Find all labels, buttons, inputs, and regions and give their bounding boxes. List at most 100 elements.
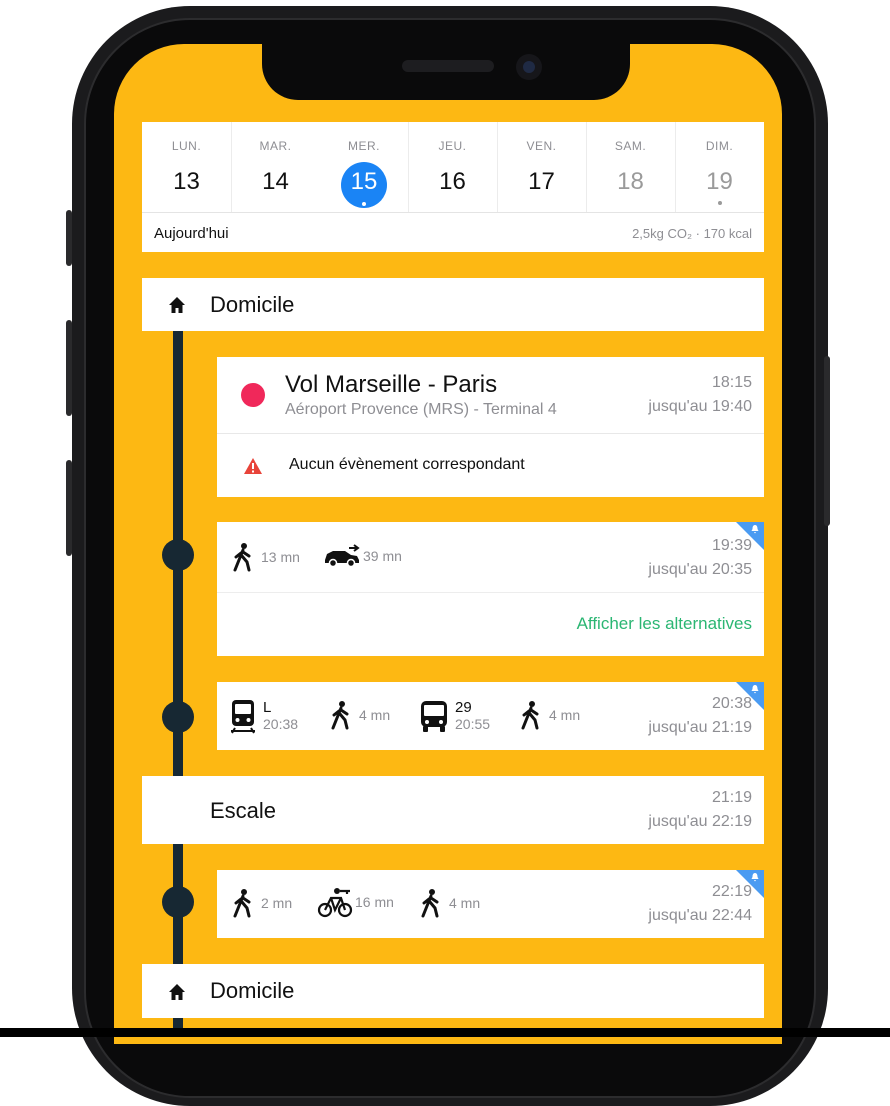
- day-thursday[interactable]: JEU. 16: [408, 122, 497, 212]
- line-info: L 20:38: [263, 699, 299, 733]
- line-info: 29 20:55: [455, 699, 491, 733]
- day-number: 19: [706, 168, 733, 195]
- warning-text: Aucun évènement correspondant: [289, 456, 525, 473]
- day-name: SAM.: [614, 139, 647, 153]
- segment-walk: 4 mn: [419, 888, 480, 918]
- place-card-end[interactable]: Domicile: [142, 964, 764, 1018]
- day-summary-bar: Aujourd'hui 2,5kg CO₂ · 170 kcal: [142, 212, 764, 252]
- event-dot: [362, 202, 366, 206]
- day-number: 15: [350, 168, 378, 195]
- trip-time-start: 19:39: [711, 537, 752, 554]
- walk-icon: [521, 701, 539, 730]
- day-wednesday-selected[interactable]: MER. 15: [320, 122, 408, 212]
- segment-duration: 4 mn: [449, 895, 481, 911]
- bus-icon: [421, 701, 447, 732]
- day-number: 13: [173, 168, 200, 195]
- line-code: L: [263, 699, 272, 716]
- day-number: 17: [528, 168, 555, 195]
- trip-time-end: jusqu'au 21:19: [648, 719, 752, 736]
- card-divider: [217, 433, 764, 434]
- bottom-crop-bar: [0, 1028, 890, 1037]
- timeline-line: [173, 330, 183, 1030]
- place-label: Escale: [210, 798, 277, 823]
- place-label: Domicile: [210, 978, 295, 1003]
- train-icon: [231, 700, 255, 734]
- stop-time-start: 21:19: [711, 789, 752, 806]
- segment-bus: 29 20:55: [419, 699, 490, 733]
- day-name: JEU.: [438, 139, 467, 153]
- day-name: DIM.: [705, 139, 734, 153]
- place-card-start[interactable]: Domicile: [142, 278, 764, 331]
- day-monday[interactable]: LUN. 13: [142, 122, 231, 212]
- warning-icon: [244, 458, 262, 474]
- segment-bike: 16 mn: [317, 886, 394, 918]
- stop-time-end: jusqu'au 22:19: [648, 813, 752, 830]
- day-name: MER.: [348, 139, 380, 153]
- line-departure: 20:38: [263, 716, 299, 732]
- segment-duration: 4 mn: [359, 707, 391, 723]
- walk-icon: [421, 889, 439, 918]
- week-calendar: LUN. 13 MAR. 14 MER. 15 JEU. 16 VEN. 17 …: [142, 122, 764, 252]
- side-button-power: [824, 356, 830, 526]
- trip-card-3[interactable]: 2 mn 16 mn 4 mn 22:19 jusqu'au 22:44: [217, 870, 764, 938]
- today-label: Aujourd'hui: [154, 225, 229, 242]
- place-card-stopover[interactable]: Escale 21:19 jusqu'au 22:19: [142, 776, 764, 844]
- segment-walk: 2 mn: [231, 888, 292, 918]
- segment-duration: 4 mn: [549, 707, 581, 723]
- trip-time-start: 22:19: [711, 883, 752, 900]
- day-name: VEN.: [526, 139, 557, 153]
- flight-title: Vol Marseille - Paris: [285, 371, 498, 398]
- bell-icon: [751, 525, 759, 534]
- trip-time-end: jusqu'au 20:35: [648, 561, 752, 578]
- day-sunday[interactable]: DIM. 19: [675, 122, 764, 212]
- phone-camera: [516, 54, 542, 80]
- segment-duration: 39 mn: [363, 548, 402, 564]
- trip-card-1[interactable]: 13 mn 39 mn 19:39 jusqu'au 20:35 Affiche…: [217, 522, 764, 656]
- trip-time-start: 20:38: [711, 695, 752, 712]
- line-departure: 20:55: [455, 716, 491, 732]
- side-button-volume-up: [66, 320, 72, 416]
- show-alternatives-link[interactable]: Afficher les alternatives: [577, 614, 752, 634]
- event-dot: [717, 201, 722, 205]
- segment-walk: 13 mn: [231, 542, 300, 572]
- side-button-volume-down: [66, 460, 72, 556]
- flight-time-end: jusqu'au 19:40: [648, 398, 752, 415]
- home-icon: [169, 984, 185, 1000]
- walk-icon: [233, 889, 251, 918]
- day-tuesday[interactable]: MAR. 14: [231, 122, 320, 212]
- segment-duration: 13 mn: [261, 549, 300, 565]
- day-number: 18: [617, 168, 644, 195]
- day-saturday[interactable]: SAM. 18: [586, 122, 675, 212]
- day-number: 14: [262, 168, 289, 195]
- walk-icon: [233, 543, 251, 572]
- car-share-icon: [325, 544, 360, 568]
- timeline-dot: [162, 886, 194, 918]
- flight-card[interactable]: Vol Marseille - Paris Aéroport Provence …: [217, 357, 764, 497]
- day-number: 16: [439, 168, 466, 195]
- day-friday[interactable]: VEN. 17: [497, 122, 586, 212]
- bike-share-icon: [317, 888, 353, 918]
- flight-dot-icon: [241, 383, 265, 407]
- phone-notch: [262, 44, 630, 100]
- flight-subtitle: Aéroport Provence (MRS) - Terminal 4: [285, 401, 557, 418]
- day-name: LUN.: [171, 139, 202, 153]
- day-name: MAR.: [259, 139, 292, 153]
- segment-walk: 4 mn: [329, 700, 390, 730]
- day-stats: 2,5kg CO₂ · 170 kcal: [632, 226, 752, 241]
- phone-speaker: [402, 60, 494, 72]
- place-label: Domicile: [210, 292, 295, 317]
- timeline-dot: [162, 539, 194, 571]
- segment-duration: 2 mn: [261, 895, 293, 911]
- segment-train: L 20:38: [229, 698, 298, 734]
- side-button-mute: [66, 210, 72, 266]
- timeline-dot: [162, 701, 194, 733]
- home-icon: [169, 297, 185, 313]
- trip-card-2[interactable]: L 20:38 4 mn 29 20:55 4 mn 20:38 jusqu'a…: [217, 682, 764, 750]
- card-divider: [217, 592, 764, 593]
- segment-car: 39 mn: [323, 544, 402, 568]
- segment-duration: 16 mn: [355, 894, 394, 910]
- segment-walk: 4 mn: [519, 700, 580, 730]
- flight-time-start: 18:15: [711, 374, 752, 391]
- trip-time-end: jusqu'au 22:44: [648, 907, 752, 924]
- line-code: 29: [455, 699, 472, 716]
